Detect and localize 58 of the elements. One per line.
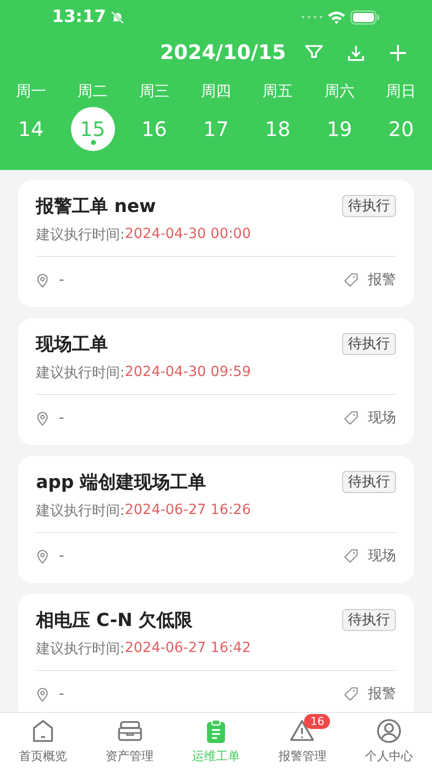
location-pin-icon <box>36 272 49 288</box>
battery-icon <box>350 10 380 24</box>
tag-icon <box>344 687 358 701</box>
time-label: 建议执行时间: <box>36 226 125 244</box>
tag-icon <box>344 273 358 287</box>
weekday-label: 周三 <box>139 82 170 101</box>
date-title: 2024/10/15 <box>160 40 286 64</box>
order-type: 现场 <box>368 409 396 427</box>
suggested-time: 2024-04-30 09:59 <box>124 364 251 382</box>
weekday-label: 周日 <box>386 82 416 101</box>
tab-bar-item[interactable]: 资产管理 <box>86 713 173 768</box>
order-title: 相电压 C-N 欠低限 <box>36 609 194 632</box>
bell-slash-icon <box>110 10 126 24</box>
order-type: 报警 <box>368 685 396 703</box>
weekday-label: 周一 <box>16 82 46 101</box>
add-icon[interactable] <box>388 43 408 63</box>
status-badge: 待执行 <box>342 471 396 493</box>
tag-icon <box>344 549 358 563</box>
user-icon <box>374 717 403 745</box>
location-pin-icon <box>36 686 49 702</box>
time-label: 建议执行时间: <box>36 640 125 658</box>
location-pin-icon <box>36 548 49 564</box>
count-badge: 16 <box>304 714 330 729</box>
signal-dots-icon <box>301 15 323 19</box>
suggested-time: 2024-06-27 16:42 <box>124 640 251 658</box>
order-title: 现场工单 <box>36 333 109 356</box>
location-text: - <box>59 410 64 426</box>
status-badge: 待执行 <box>342 195 396 217</box>
work-order-card[interactable]: app 端创建现场工单 待执行 建议执行时间:2024-06-27 16:26 - 现场 <box>18 456 414 583</box>
work-order-card[interactable]: 相电压 C-N 欠低限 待执行 建议执行时间:2024-06-27 16:42 - 报警 <box>18 594 414 712</box>
weekday-label: 周四 <box>200 82 231 101</box>
order-title: app 端创建现场工单 <box>36 471 208 494</box>
status-badge: 待执行 <box>342 333 396 355</box>
tab-bar-item[interactable]: 个人中心 <box>346 713 432 768</box>
location-text: - <box>59 686 64 702</box>
tab-bar-item[interactable]: 16 报警管理 <box>259 713 346 768</box>
wifi-icon <box>327 10 346 24</box>
order-type: 报警 <box>368 271 396 289</box>
suggested-time: 2024-06-27 16:26 <box>124 502 251 520</box>
location-text: - <box>59 548 64 564</box>
order-type: 现场 <box>368 547 396 565</box>
location-text: - <box>59 272 64 288</box>
order-title: 报警工单 new <box>36 195 157 218</box>
work-order-card[interactable]: 现场工单 待执行 建议执行时间:2024-04-30 09:59 - 现场 <box>18 318 414 445</box>
work-order-card[interactable]: 报警工单 new 待执行 建议执行时间:2024-04-30 00:00 - 报警 <box>18 180 414 307</box>
weekday-label: 周五 <box>262 82 293 101</box>
download-icon[interactable] <box>346 43 366 63</box>
time-label: 建议执行时间: <box>36 502 125 520</box>
weekday-label: 周六 <box>324 82 354 101</box>
location-pin-icon <box>36 410 49 426</box>
event-dot-icon <box>90 140 96 145</box>
status-time: 13:17 <box>52 7 106 27</box>
tab-bar-item[interactable]: 首页概览 <box>0 713 86 768</box>
time-label: 建议执行时间: <box>36 364 125 382</box>
tag-icon <box>344 411 358 425</box>
suggested-time: 2024-04-30 00:00 <box>124 226 251 244</box>
status-badge: 待执行 <box>342 609 396 631</box>
weekday-label: 周二 <box>78 82 108 101</box>
